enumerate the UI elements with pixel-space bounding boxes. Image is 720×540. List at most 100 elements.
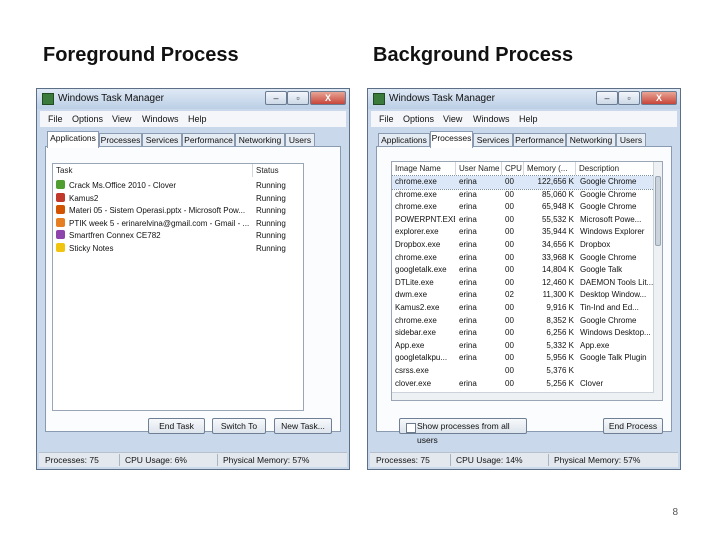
task-status: Running: [256, 231, 286, 241]
table-row[interactable]: googletalkpu... erina 00 5,956 K Google Talk…: [392, 352, 654, 365]
menu-view[interactable]: View: [112, 114, 131, 124]
cell-image-name: sidebar.exe: [395, 328, 436, 338]
table-row[interactable]: Smartfren Connex CE782 Running: [53, 230, 303, 243]
cell-user-name: erina: [459, 303, 477, 312]
cell-cpu: 00: [505, 340, 514, 350]
cell-description: Windows Desktop...: [580, 328, 651, 338]
tab-services[interactable]: Services: [142, 133, 182, 147]
horizontal-scrollbar[interactable]: [392, 392, 654, 400]
table-row[interactable]: chrome.exe erina 00 65,948 K Google Chrome: [392, 201, 654, 214]
column-header-task[interactable]: Task: [53, 164, 253, 177]
table-row[interactable]: chrome.exe erina 00 85,060 K Google Chrome: [392, 189, 654, 202]
cell-image-name: chrome.exe: [395, 177, 437, 186]
menu-file[interactable]: File: [379, 114, 394, 124]
table-row[interactable]: clover.exe erina 00 5,256 K Clover: [392, 378, 654, 391]
cell-user-name: erina: [459, 189, 477, 199]
column-header-description[interactable]: Description: [576, 162, 656, 175]
table-row[interactable]: googletalk.exe erina 00 14,804 K Google Talk: [392, 264, 654, 277]
task-manager-icon: [373, 93, 385, 105]
table-row[interactable]: Sticky Notes Running: [53, 243, 303, 256]
switch-to-button[interactable]: Switch To: [212, 418, 266, 434]
cell-image-name: chrome.exe: [395, 202, 437, 212]
heading-foreground-process: Foreground Process: [43, 44, 239, 66]
table-row[interactable]: explorer.exe erina 00 35,944 K Windows Explo…: [392, 226, 654, 239]
cell-user-name: erina: [459, 315, 477, 325]
table-row[interactable]: chrome.exe erina 00 8,352 K Google Chrome: [392, 315, 654, 328]
end-task-button[interactable]: End Task: [148, 418, 205, 434]
status-processes: Processes: 75: [376, 455, 430, 465]
title-bar[interactable]: Windows Task Manager – ▫ X: [37, 89, 349, 109]
table-row[interactable]: chrome.exe erina 00 33,968 K Google Chrome: [392, 252, 654, 265]
maximize-button[interactable]: ▫: [618, 91, 640, 105]
tab-applications[interactable]: Applications: [378, 133, 430, 147]
maximize-button[interactable]: ▫: [287, 91, 309, 105]
cell-memory: 12,460 K: [541, 277, 574, 287]
menu-help[interactable]: Help: [188, 114, 207, 124]
minimize-button[interactable]: –: [265, 91, 287, 105]
tab-users[interactable]: Users: [616, 133, 646, 147]
menu-windows[interactable]: Windows: [142, 114, 179, 124]
tab-users[interactable]: Users: [285, 133, 315, 147]
menu-file[interactable]: File: [48, 114, 63, 124]
table-row[interactable]: Crack Ms.Office 2010 - Clover Running: [53, 180, 303, 193]
cell-memory: 34,656 K: [541, 240, 574, 249]
close-button[interactable]: X: [310, 91, 346, 105]
column-header-user-name[interactable]: User Name: [456, 162, 502, 175]
cell-cpu: 00: [505, 214, 514, 224]
tab-networking[interactable]: Networking: [235, 133, 285, 147]
table-row[interactable]: App.exe erina 00 5,332 K App.exe: [392, 340, 654, 353]
column-header-image-name[interactable]: Image Name: [392, 162, 456, 175]
cell-image-name: dwm.exe: [395, 290, 428, 300]
tab-strip: Applications Processes Services Performa…: [378, 131, 670, 148]
processes-panel: Image Name User Name CPU Memory (... Des…: [376, 146, 672, 445]
column-header-memory[interactable]: Memory (...: [524, 162, 576, 175]
tab-performance[interactable]: Performance: [513, 133, 566, 147]
menu-view[interactable]: View: [443, 114, 462, 124]
cell-description: Google Chrome: [580, 189, 637, 199]
cell-description: DAEMON Tools Lit...: [580, 277, 654, 287]
cell-cpu: 00: [505, 202, 514, 212]
new-task-button[interactable]: New Task...: [274, 418, 332, 434]
minimize-button[interactable]: –: [596, 91, 618, 105]
table-row[interactable]: chrome.exe erina 00 122,656 K Google Chrome: [392, 175, 655, 190]
cell-description: Google Talk: [580, 265, 623, 275]
menu-options[interactable]: Options: [72, 114, 103, 124]
vertical-scrollbar[interactable]: [653, 162, 662, 400]
tab-applications[interactable]: Applications: [47, 131, 99, 148]
tab-processes[interactable]: Processes: [430, 131, 473, 148]
column-header-status[interactable]: Status: [253, 164, 303, 177]
cell-image-name: csrss.exe: [395, 366, 429, 375]
table-row[interactable]: DTLite.exe erina 00 12,460 K DAEMON Tools Li…: [392, 277, 654, 290]
table-row[interactable]: Kamus2 Running: [53, 192, 303, 206]
table-row[interactable]: sidebar.exe erina 00 6,256 K Windows Desktop…: [392, 327, 654, 340]
menu-options[interactable]: Options: [403, 114, 434, 124]
cell-image-name: chrome.exe: [395, 189, 437, 199]
menu-windows[interactable]: Windows: [473, 114, 510, 124]
tab-performance[interactable]: Performance: [182, 133, 235, 147]
table-row[interactable]: PTIK week 5 - erinarelvina@gmail.com - G…: [53, 217, 303, 231]
cell-description: Google Chrome: [580, 202, 637, 212]
close-button[interactable]: X: [641, 91, 677, 105]
title-bar[interactable]: Windows Task Manager – ▫ X: [368, 89, 680, 109]
table-row[interactable]: Kamus2.exe erina 00 9,916 K Tin-Ind and Ed..…: [392, 302, 654, 315]
task-name: Smartfren Connex CE782: [69, 231, 161, 241]
cell-cpu: 00: [505, 353, 514, 363]
end-process-button[interactable]: End Process: [603, 418, 663, 434]
scrollbar-thumb[interactable]: [655, 176, 661, 246]
menu-help[interactable]: Help: [519, 114, 538, 124]
tab-services[interactable]: Services: [473, 133, 513, 147]
cell-memory: 8,352 K: [546, 315, 574, 325]
show-all-users-button[interactable]: Show processes from all users: [399, 418, 527, 445]
task-status: Running: [256, 206, 286, 216]
column-header-cpu[interactable]: CPU: [502, 162, 524, 175]
table-row[interactable]: Materi 05 - Sistem Operasi.pptx - Micros…: [53, 205, 303, 218]
status-bar: Processes: 75 CPU Usage: 6% Physical Mem…: [39, 452, 347, 467]
cell-memory: 11,300 K: [542, 290, 574, 300]
tab-processes[interactable]: Processes: [99, 133, 142, 147]
table-row[interactable]: POWERPNT.EXE erina 00 55,532 K Microsoft Pow…: [392, 214, 654, 227]
tab-networking[interactable]: Networking: [566, 133, 616, 147]
status-physical-memory: Physical Memory: 57%: [554, 455, 641, 465]
table-row[interactable]: Dropbox.exe erina 00 34,656 K Dropbox: [392, 239, 654, 252]
table-row[interactable]: dwm.exe erina 02 11,300 K Desktop Window...: [392, 289, 654, 302]
table-row[interactable]: csrss.exe 00 5,376 K: [392, 365, 654, 378]
